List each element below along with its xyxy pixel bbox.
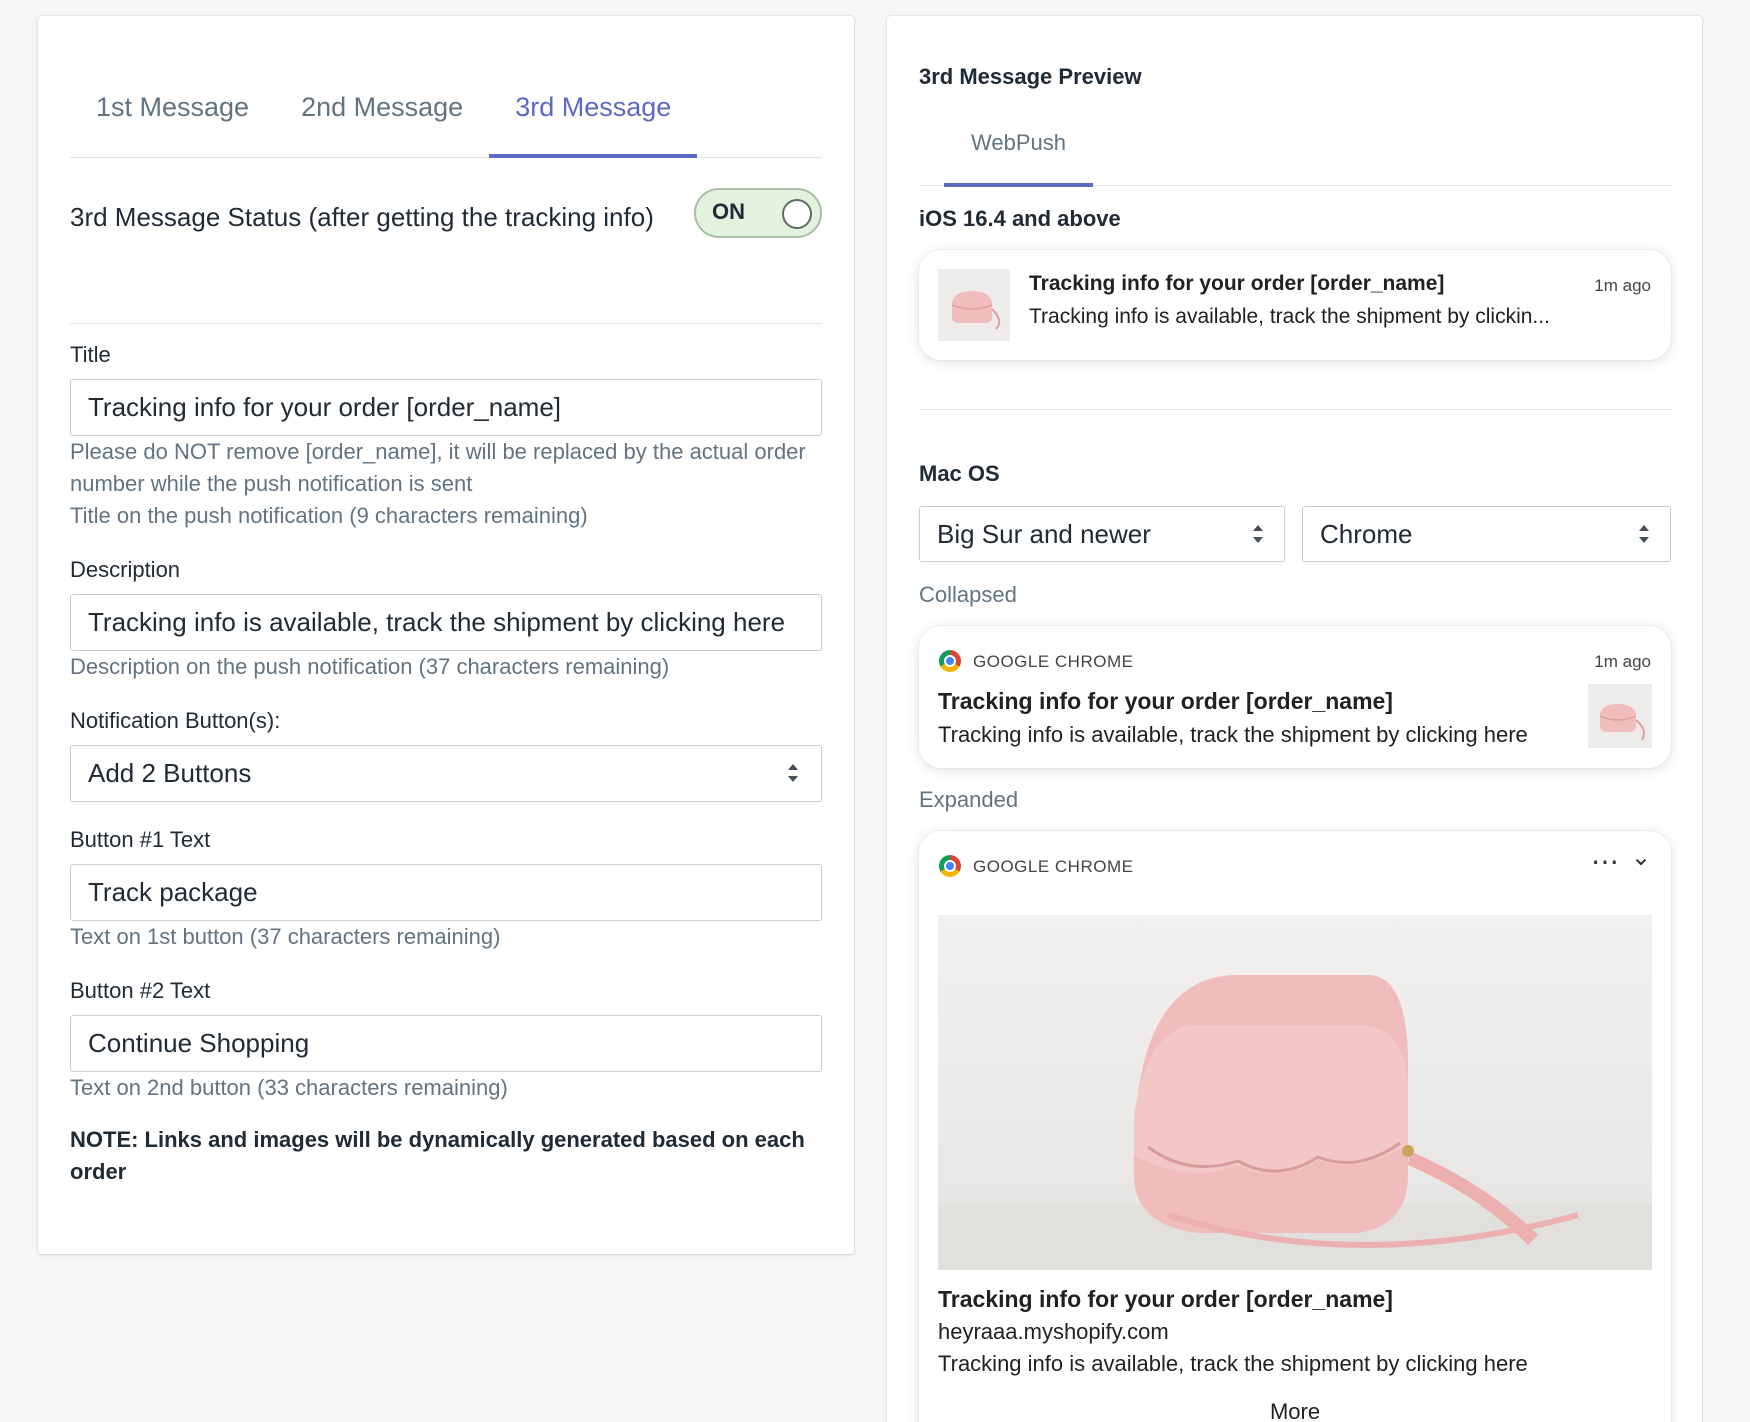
buttons-select-value: Add 2 Buttons	[88, 758, 252, 788]
ios-thumbnail	[938, 269, 1010, 341]
buttons-select[interactable]: Add 2 Buttons	[70, 745, 822, 802]
expanded-image	[938, 915, 1652, 1270]
buttons-select-label: Notification Button(s):	[70, 708, 281, 733]
collapsed-notification-title: Tracking info for your order [order_name…	[938, 688, 1393, 714]
button1-label: Button #1 Text	[70, 827, 211, 852]
tab-3rd-message[interactable]: 3rd Message	[489, 72, 698, 158]
ios-heading: iOS 16.4 and above	[919, 206, 1121, 231]
tab-1st-message[interactable]: 1st Message	[70, 72, 275, 157]
button2-char-count: Text on 2nd button (33 characters remain…	[70, 1075, 508, 1100]
select-arrows-icon	[1252, 523, 1264, 545]
title-label: Title	[70, 342, 111, 367]
title-help-text: Please do NOT remove [order_name], it wi…	[70, 439, 806, 496]
browser-value: Chrome	[1320, 519, 1413, 549]
description-char-count: Description on the push notification (37…	[70, 654, 670, 679]
toggle-knob	[782, 199, 812, 229]
ios-notification-title: Tracking info for your order [order_name…	[1029, 272, 1445, 295]
button2-input[interactable]: Continue Shopping	[70, 1015, 822, 1072]
expanded-notification-title: Tracking info for your order [order_name…	[938, 1286, 1393, 1312]
toggle-label: ON	[712, 199, 745, 224]
mac-heading: Mac OS	[919, 461, 1000, 486]
expanded-notification[interactable]: GOOGLE CHROME ⋯ ⌄ Tracking info for your…	[919, 831, 1671, 1422]
expanded-label: Expanded	[919, 787, 1019, 812]
message-tabs: 1st Message 2nd Message 3rd Message	[70, 72, 822, 158]
more-options-icon[interactable]: ⋯	[1591, 845, 1619, 878]
tab-webpush[interactable]: WebPush	[944, 116, 1093, 187]
ios-notification[interactable]: Tracking info for your order [order_name…	[919, 250, 1671, 360]
os-version-select[interactable]: Big Sur and newer	[919, 506, 1285, 562]
title-input[interactable]: Tracking info for your order [order_name…	[70, 379, 822, 436]
collapsed-notification[interactable]: GOOGLE CHROME 1m ago Tracking info for y…	[919, 626, 1671, 768]
ios-notification-time: 1m ago	[1594, 276, 1651, 295]
collapsed-thumbnail	[1588, 684, 1652, 748]
more-button[interactable]: More	[919, 1399, 1671, 1422]
section-divider	[919, 409, 1671, 410]
status-row: 3rd Message Status (after getting the tr…	[70, 180, 822, 324]
tab-2nd-message[interactable]: 2nd Message	[275, 72, 489, 157]
app-name: GOOGLE CHROME	[973, 857, 1134, 876]
message-settings-card: 1st Message 2nd Message 3rd Message 3rd …	[38, 16, 854, 1254]
preview-card: 3rd Message Preview WebPush iOS 16.4 and…	[887, 16, 1702, 1422]
app-name: GOOGLE CHROME	[973, 652, 1134, 671]
preview-tabs: WebPush	[919, 116, 1671, 187]
collapsed-label: Collapsed	[919, 582, 1017, 607]
ios-notification-body: Tracking info is available, track the sh…	[1029, 305, 1550, 328]
notification-domain: heyraaa.myshopify.com	[938, 1319, 1169, 1344]
description-input[interactable]: Tracking info is available, track the sh…	[70, 594, 822, 651]
button1-input[interactable]: Track package	[70, 864, 822, 921]
chevron-down-icon[interactable]: ⌄	[1631, 843, 1651, 872]
select-arrows-icon	[787, 762, 799, 784]
select-arrows-icon	[1638, 523, 1650, 545]
button1-char-count: Text on 1st button (37 characters remain…	[70, 924, 501, 949]
title-char-count: Title on the push notification (9 charac…	[70, 503, 588, 528]
chrome-icon	[939, 855, 961, 877]
chrome-icon	[939, 650, 961, 672]
description-label: Description	[70, 557, 181, 582]
browser-select[interactable]: Chrome	[1302, 506, 1671, 562]
expanded-notification-body: Tracking info is available, track the sh…	[938, 1351, 1528, 1376]
status-title: 3rd Message Status (after getting the tr…	[70, 202, 654, 232]
notification-time: 1m ago	[1594, 652, 1651, 671]
collapsed-notification-body: Tracking info is available, track the sh…	[938, 722, 1528, 747]
status-toggle[interactable]: ON	[694, 188, 822, 238]
button2-label: Button #2 Text	[70, 978, 211, 1003]
os-version-value: Big Sur and newer	[937, 519, 1151, 549]
dynamic-links-note: NOTE: Links and images will be dynamical…	[70, 1127, 805, 1184]
preview-title: 3rd Message Preview	[919, 64, 1142, 89]
